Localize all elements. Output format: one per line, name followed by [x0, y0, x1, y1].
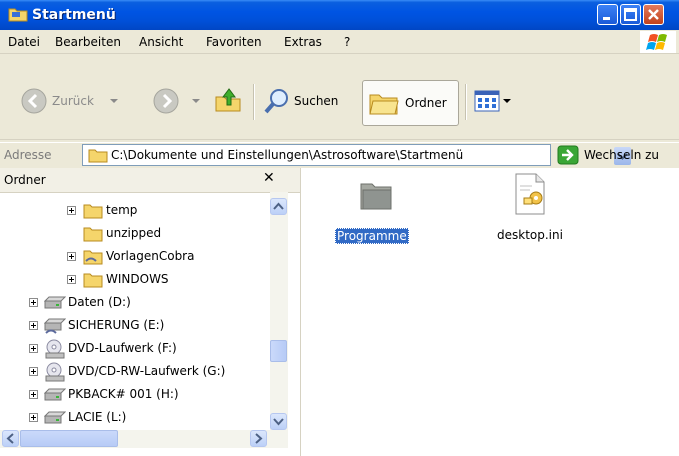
- chevron-left-icon: [6, 433, 14, 444]
- folder-pane-header: Ordner ✕: [0, 168, 300, 193]
- menu-datei[interactable]: Datei: [8, 35, 40, 49]
- expand-icon[interactable]: [29, 390, 38, 399]
- tree-item-drive-l[interactable]: LACIE (L:): [0, 407, 270, 429]
- folder-pane-title: Ordner: [4, 173, 46, 187]
- menu-bearbeiten[interactable]: Bearbeiten: [55, 35, 121, 49]
- expand-icon[interactable]: [67, 206, 76, 215]
- scroll-thumb[interactable]: [270, 340, 287, 362]
- folder-tree-pane: Ordner ✕ temp unzipped VorlagenCobra WIN…: [0, 168, 301, 456]
- tree-item-temp[interactable]: temp: [0, 200, 270, 222]
- folder-icon: [88, 149, 108, 163]
- address-label: Adresse: [4, 148, 52, 162]
- title-bar[interactable]: Startmenü: [0, 0, 679, 30]
- file-label-desktop-ini: desktop.ini: [497, 228, 563, 242]
- back-arrow-icon: [21, 88, 47, 114]
- toolbar-separator: [465, 84, 467, 120]
- minimize-button[interactable]: [597, 4, 618, 25]
- address-input[interactable]: C:\Dokumente und Einstellungen\Astrosoft…: [82, 144, 631, 166]
- menu-ansicht[interactable]: Ansicht: [139, 35, 183, 49]
- forward-arrow-icon: [153, 88, 179, 114]
- window-title: Startmenü: [32, 7, 116, 23]
- tree-item-drive-h[interactable]: PKBACK# 001 (H:): [0, 384, 270, 406]
- folder-icon: [369, 94, 399, 115]
- folder-icon: [83, 227, 103, 242]
- expand-icon[interactable]: [29, 298, 38, 307]
- tree-item-unzipped[interactable]: unzipped: [0, 223, 270, 245]
- shared-drive-icon: [44, 318, 66, 334]
- back-button[interactable]: Zurück: [20, 87, 120, 115]
- tree-item-drive-e[interactable]: SICHERUNG (E:): [0, 315, 270, 337]
- close-pane-icon[interactable]: ✕: [263, 170, 275, 186]
- settings-file-icon: [515, 173, 545, 215]
- folder-icon: [83, 273, 103, 288]
- folders-button[interactable]: Ordner: [362, 80, 459, 126]
- search-button[interactable]: Suchen: [262, 87, 338, 115]
- menu-bar: Datei Bearbeiten Ansicht Favoriten Extra…: [0, 30, 679, 54]
- forward-button[interactable]: [152, 87, 202, 115]
- file-list-view: Programme desktop.ini: [301, 168, 679, 456]
- windows-logo: [640, 31, 676, 53]
- expand-icon[interactable]: [67, 252, 76, 261]
- file-label-programme: Programme: [335, 228, 409, 244]
- go-arrow-icon: [557, 145, 579, 165]
- chevron-down-icon: [192, 99, 200, 103]
- shared-folder-icon: [83, 250, 103, 265]
- menu-help[interactable]: ?: [344, 35, 350, 49]
- folder-icon: [360, 183, 392, 210]
- chevron-down-icon: [109, 99, 118, 103]
- scroll-down-button[interactable]: [270, 413, 287, 430]
- drive-icon: [44, 411, 66, 424]
- file-item-programme[interactable]: [353, 176, 399, 220]
- horizontal-scroll-thumb[interactable]: [20, 430, 118, 447]
- views-button[interactable]: [474, 90, 512, 112]
- scroll-right-button[interactable]: [250, 430, 267, 447]
- file-item-desktop-ini[interactable]: [507, 172, 553, 220]
- vertical-scrollbar[interactable]: [270, 192, 288, 430]
- folder-tree: temp unzipped VorlagenCobra WINDOWS Date…: [0, 192, 270, 430]
- chevron-down-icon: [273, 418, 284, 426]
- expand-icon[interactable]: [29, 367, 38, 376]
- chevron-down-icon: [503, 99, 511, 103]
- go-button[interactable]: Wechseln zu: [557, 145, 659, 165]
- scroll-up-button[interactable]: [270, 198, 287, 215]
- scroll-left-button[interactable]: [2, 430, 19, 447]
- address-bar: Adresse C:\Dokumente und Einstellungen\A…: [0, 143, 679, 169]
- tree-item-drive-f[interactable]: DVD-Laufwerk (F:): [0, 338, 270, 360]
- close-button[interactable]: [643, 4, 664, 25]
- up-folder-icon: [215, 88, 241, 112]
- tree-item-drive-g[interactable]: DVD/CD-RW-Laufwerk (G:): [0, 361, 270, 383]
- view-grid-icon: [474, 90, 500, 112]
- tree-item-windows[interactable]: WINDOWS: [0, 269, 270, 291]
- menu-extras[interactable]: Extras: [284, 35, 322, 49]
- drive-icon: [44, 296, 66, 309]
- search-icon: [264, 89, 288, 114]
- dvd-drive-icon: [45, 362, 65, 382]
- expand-icon[interactable]: [29, 344, 38, 353]
- chevron-right-icon: [255, 433, 263, 444]
- tree-item-vorlagencobra[interactable]: VorlagenCobra: [0, 246, 270, 268]
- toolbar-separator: [253, 84, 255, 120]
- standard-buttons-row: Zurück Suchen Ordner: [0, 54, 679, 140]
- folder-icon: [8, 8, 28, 22]
- expand-icon[interactable]: [29, 321, 38, 330]
- maximize-button[interactable]: [620, 4, 641, 25]
- expand-icon[interactable]: [29, 413, 38, 422]
- tree-item-drive-d[interactable]: Daten (D:): [0, 292, 270, 314]
- dvd-drive-icon: [45, 339, 65, 359]
- folder-icon: [83, 204, 103, 219]
- expand-icon[interactable]: [67, 275, 76, 284]
- up-folder-button[interactable]: [214, 85, 244, 115]
- drive-icon: [44, 388, 66, 401]
- explorer-window: Startmenü Datei Bearbeiten Ansicht Favor…: [0, 0, 679, 456]
- horizontal-scrollbar[interactable]: [0, 430, 288, 448]
- menu-favoriten[interactable]: Favoriten: [206, 35, 262, 49]
- toolbar: Zurück Suchen Ordner: [0, 54, 679, 142]
- address-value: C:\Dokumente und Einstellungen\Astrosoft…: [111, 148, 464, 162]
- chevron-up-icon: [273, 202, 284, 210]
